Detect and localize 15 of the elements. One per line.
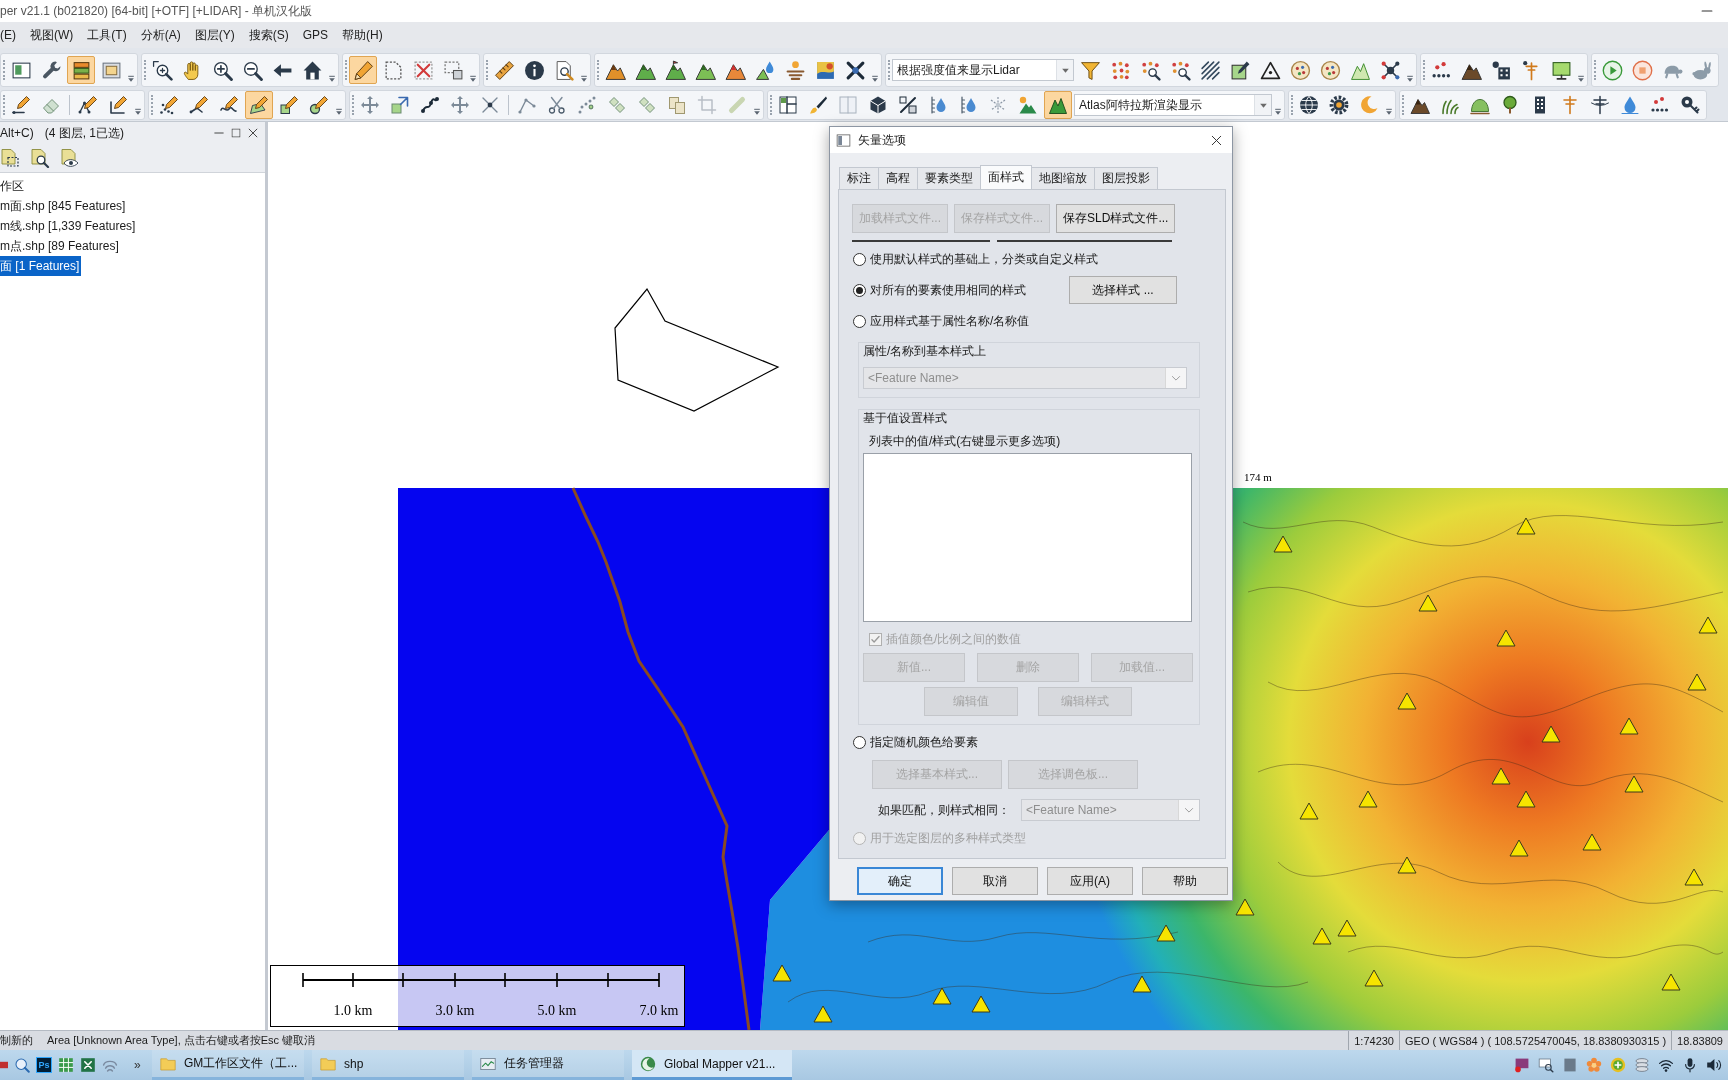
status-hint: Area [Unknown Area Type], 点击右键或者按Esc 键取消 [47, 1033, 316, 1048]
group-title: 属性/名称到基本样式上 [863, 343, 988, 359]
group-title: 基于值设置样式 [863, 410, 948, 426]
layer-summary: (4 图层, 1已选) [44, 124, 125, 142]
panel-title: Alt+C) [0, 126, 34, 140]
list-label: 列表中的值/样式(右键显示更多选项) [869, 433, 1062, 449]
status-mode: 制新的 [0, 1033, 33, 1048]
scale-label: 5.0 km [537, 1003, 577, 1018]
scale-label: 3.0 km [435, 1003, 475, 1018]
scale-label: 1.0 km [333, 1003, 373, 1018]
match-label: 如果匹配，则样式相同： [878, 801, 1010, 819]
scale-label: 7.0 km [639, 1003, 679, 1018]
window-title: per v21.1 (b021820) [64-bit] [+OTF] [+LIDAR] - 单机汉化版 [0, 2, 313, 20]
map-label: 174 m [1244, 471, 1272, 483]
dialog-title: 矢量选项 [858, 131, 906, 149]
